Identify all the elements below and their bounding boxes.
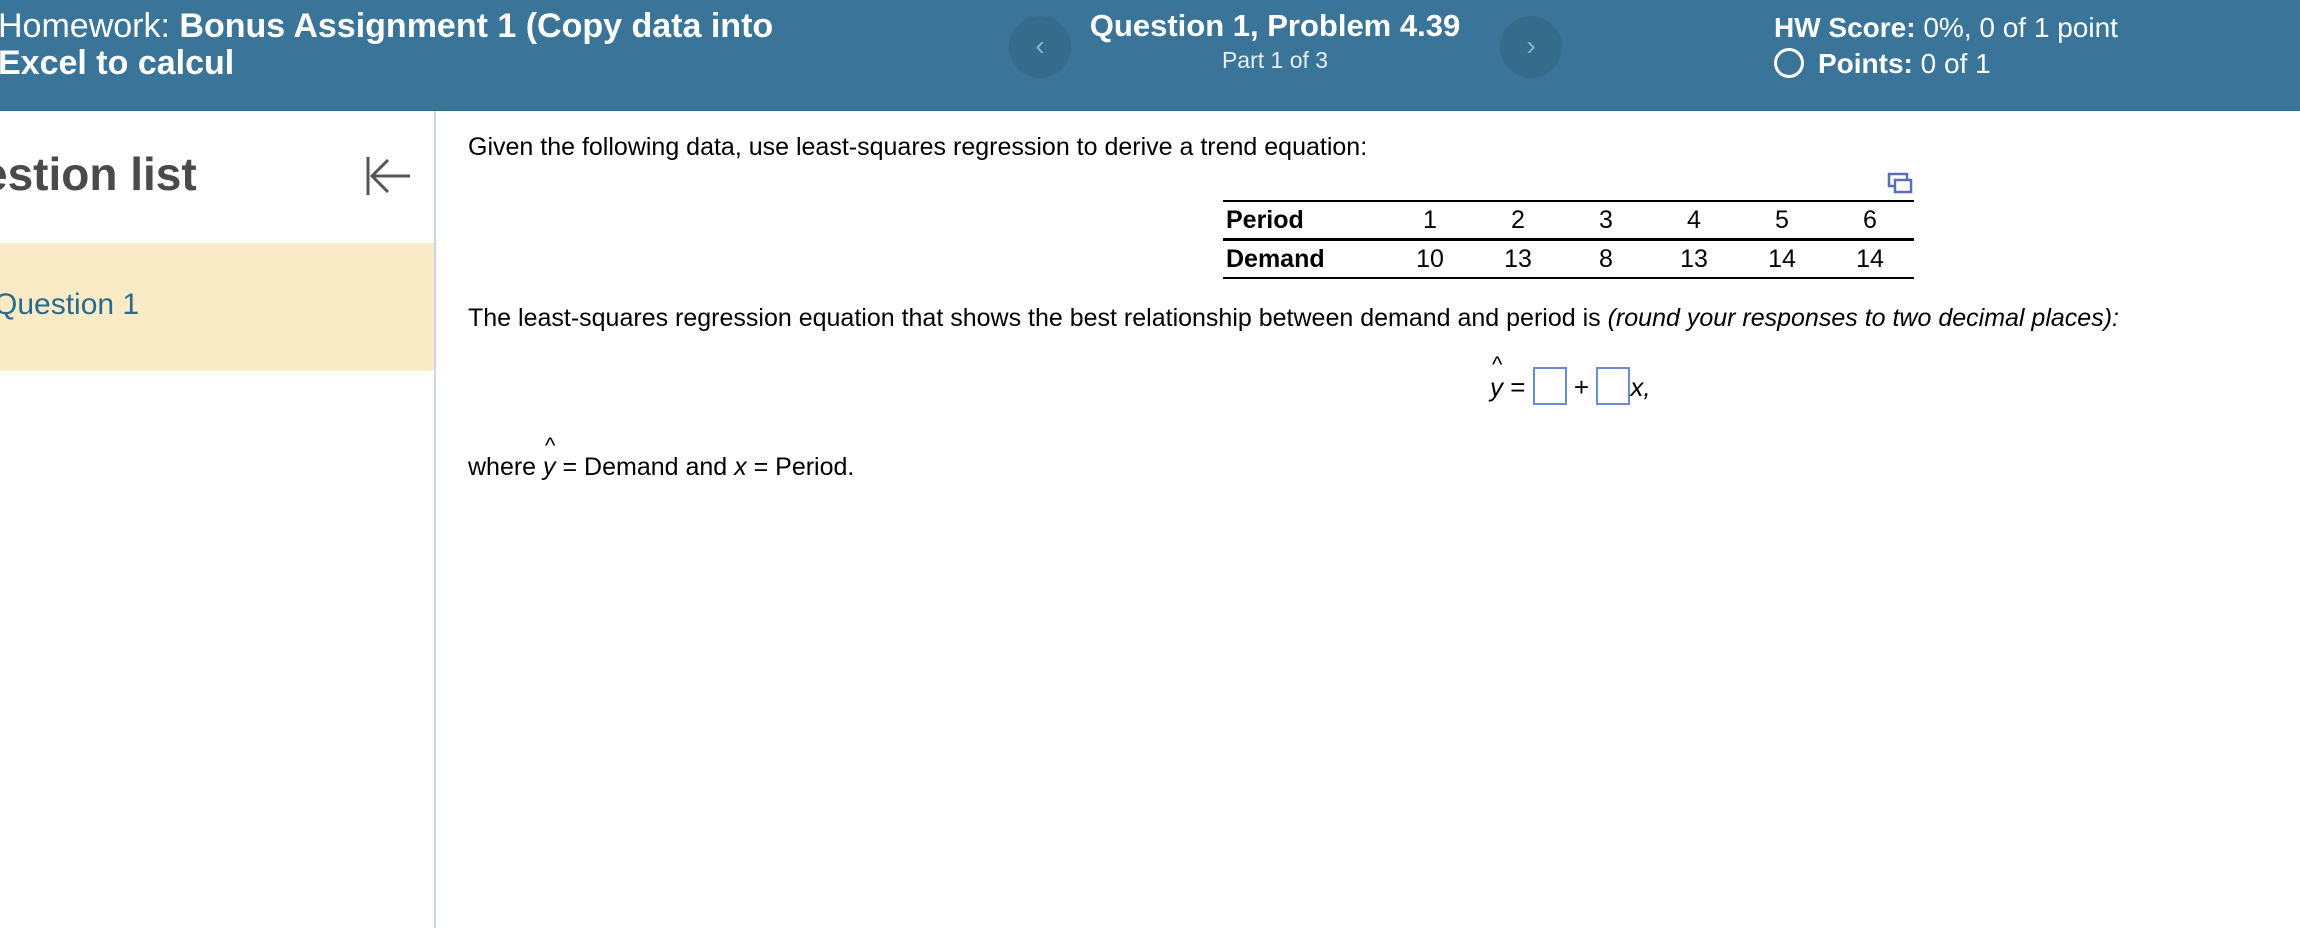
demand-cell: 14 xyxy=(1738,239,1826,279)
question-statement: The least-squares regression equation th… xyxy=(468,304,2119,333)
collapse-left-icon[interactable] xyxy=(364,151,414,201)
header-bar: Homework: Bonus Assignment 1 (Copy data … xyxy=(0,0,2300,111)
points: Points: 0 of 1 xyxy=(1774,46,2118,82)
question-list-title: estion list xyxy=(0,148,197,200)
homework-label: Homework: xyxy=(0,7,170,45)
row-header-demand: Demand xyxy=(1223,239,1386,279)
regression-equation: y = + x, xyxy=(1490,352,1651,405)
chevron-right-icon: › xyxy=(1526,30,1536,61)
statement-note: (round your responses to two decimal pla… xyxy=(1607,304,2119,332)
question-title: Question 1, Problem 4.39 xyxy=(1089,8,1461,43)
points-value: 0 of 1 xyxy=(1920,48,1991,79)
homework-title: Homework: Bonus Assignment 1 (Copy data … xyxy=(0,8,898,82)
question-heading: Question 1, Problem 4.39 Part 1 of 3 xyxy=(1070,8,1480,76)
demand-cell: 10 xyxy=(1386,239,1474,279)
slope-answer-input[interactable] xyxy=(1596,367,1631,405)
demand-cell: 14 xyxy=(1826,239,1914,279)
hw-score-value: 0%, 0 of 1 point xyxy=(1923,12,2118,43)
statement-text: The least-squares regression equation th… xyxy=(468,304,1601,332)
next-question-button[interactable]: › xyxy=(1500,16,1562,78)
period-cell: 2 xyxy=(1474,200,1562,241)
prev-question-button[interactable]: ‹ xyxy=(1009,16,1071,78)
table-row-period: Period 1 2 3 4 5 6 xyxy=(1223,200,1914,241)
period-cell: 1 xyxy=(1386,200,1474,241)
part-indicator: Part 1 of 3 xyxy=(1221,47,1329,73)
plus-sign: + xyxy=(1573,372,1590,402)
row-header-period: Period xyxy=(1223,200,1386,241)
points-circle-icon xyxy=(1774,48,1804,78)
where-suffix: = Period. xyxy=(753,453,855,481)
intercept-answer-input[interactable] xyxy=(1532,367,1567,405)
variable-definition: where y = Demand and x = Period. xyxy=(468,433,855,482)
y-hat-symbol: y xyxy=(543,433,556,482)
where-prefix: where xyxy=(468,453,537,481)
sidebar-item-label: Question 1 xyxy=(0,288,140,321)
score-panel: HW Score: 0%, 0 of 1 point Points: 0 of … xyxy=(1774,10,2118,82)
x-variable: x, xyxy=(1630,372,1651,402)
period-cell: 3 xyxy=(1562,200,1650,241)
data-table: Period 1 2 3 4 5 6 Demand 10 13 8 13 14 … xyxy=(1223,200,1914,279)
hw-score: HW Score: 0%, 0 of 1 point xyxy=(1774,10,2118,46)
period-cell: 5 xyxy=(1738,200,1826,241)
question-content: Given the following data, use least-squa… xyxy=(468,111,2288,928)
question-prompt: Given the following data, use least-squa… xyxy=(468,133,1368,161)
hw-score-label: HW Score: xyxy=(1774,12,1916,43)
homework-name-line2: Excel to calcul xyxy=(0,44,235,82)
x-symbol: x xyxy=(734,453,747,481)
y-hat-symbol: y xyxy=(1490,352,1503,403)
demand-cell: 13 xyxy=(1474,239,1562,279)
question-list-sidebar: estion list Question 1 xyxy=(0,111,436,928)
where-mid: = Demand and xyxy=(562,453,728,481)
period-cell: 4 xyxy=(1650,200,1738,241)
equals-sign: = xyxy=(1510,372,1526,402)
homework-name-line1: Bonus Assignment 1 (Copy data into xyxy=(179,7,774,45)
period-cell: 6 xyxy=(1826,200,1914,241)
demand-cell: 13 xyxy=(1650,239,1738,279)
chevron-left-icon: ‹ xyxy=(1035,30,1045,61)
sidebar-item-question-1[interactable]: Question 1 xyxy=(0,243,434,371)
points-label: Points: xyxy=(1818,48,1913,79)
expand-icon[interactable] xyxy=(1886,171,1914,195)
table-row-demand: Demand 10 13 8 13 14 14 xyxy=(1223,239,1914,279)
demand-cell: 8 xyxy=(1562,239,1650,279)
